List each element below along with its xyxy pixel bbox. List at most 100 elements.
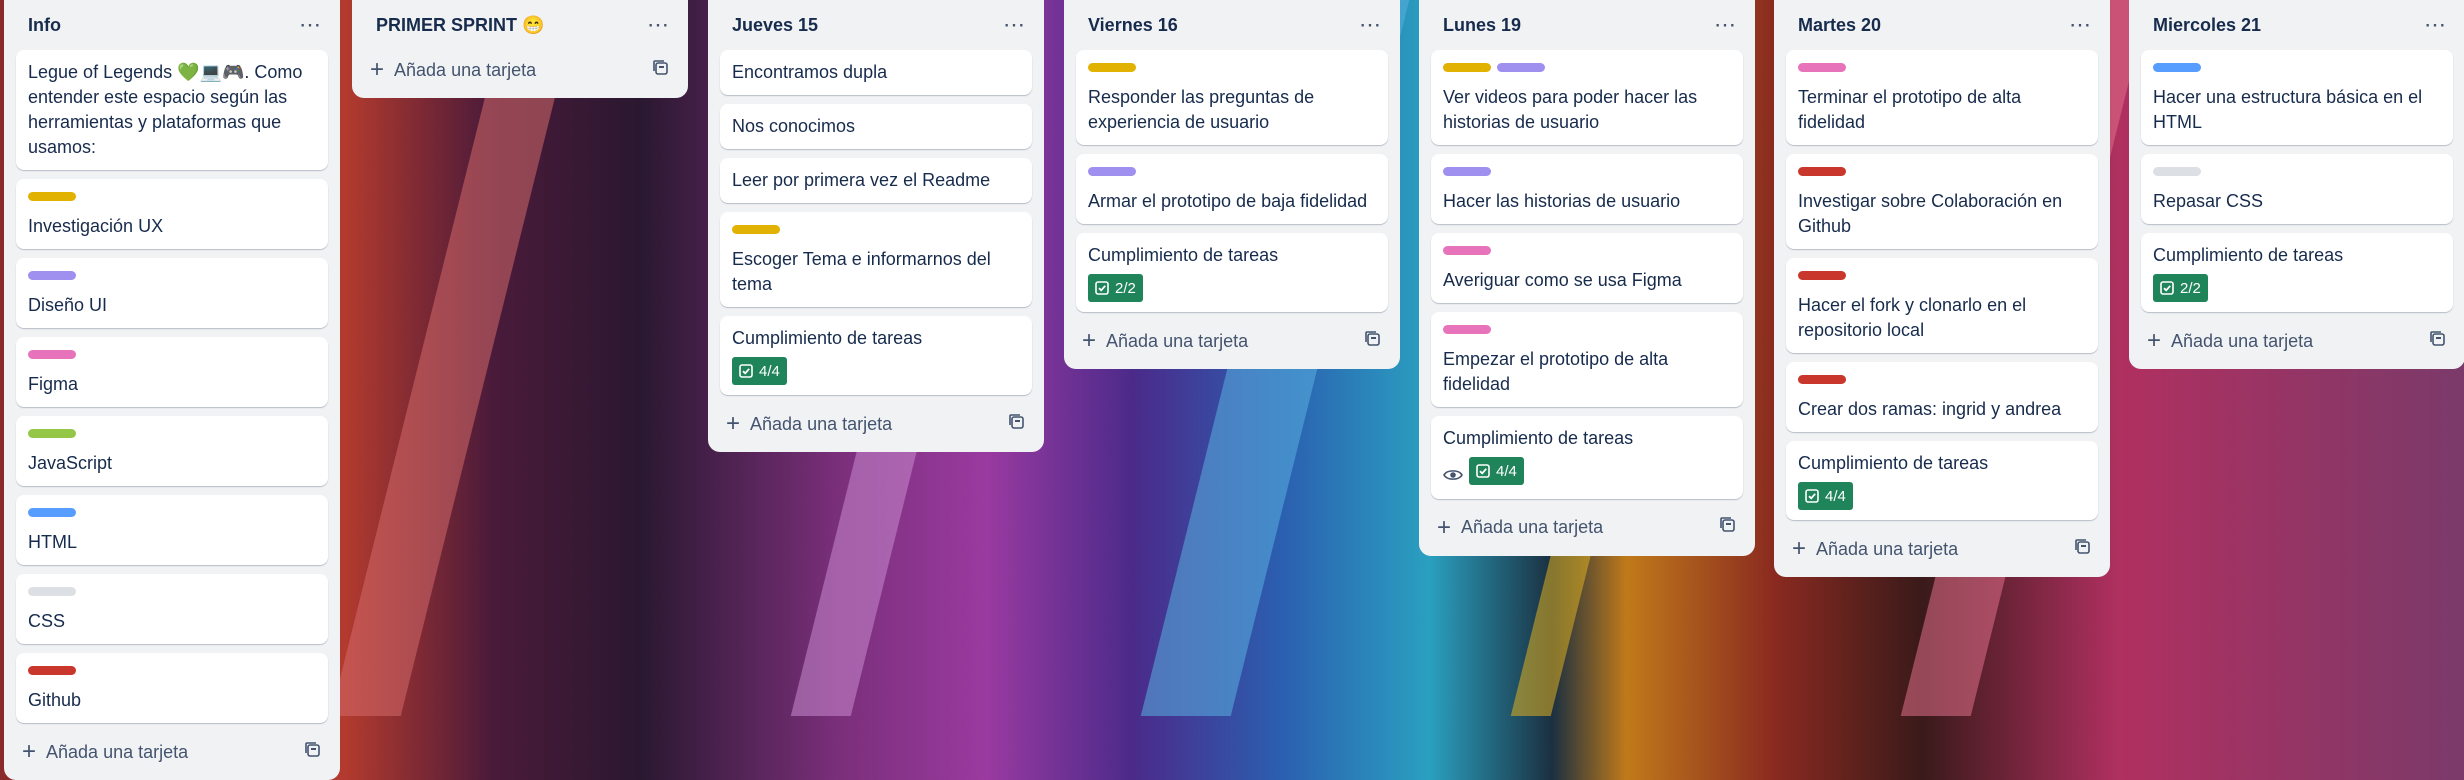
card[interactable]: JavaScript: [16, 416, 328, 486]
card[interactable]: HTML: [16, 495, 328, 565]
add-card-label: Añada una tarjeta: [1106, 330, 1249, 351]
card[interactable]: Cumplimiento de tareas 4/4: [1431, 416, 1743, 499]
card[interactable]: Hacer las historias de usuario: [1431, 154, 1743, 224]
card[interactable]: Encontramos dupla: [720, 50, 1032, 95]
card-title: Terminar el prototipo de alta fidelidad: [1798, 87, 2022, 132]
card[interactable]: Crear dos ramas: ingrid y andrea: [1786, 362, 2098, 432]
list-header: Info ⋯: [16, 0, 328, 50]
card[interactable]: Cumplimiento de tareas 4/4: [1786, 441, 2098, 520]
add-card-label: Añada una tarjeta: [2171, 330, 2314, 351]
card-label-gray: [2153, 167, 2201, 176]
checklist-badge: 2/2: [2153, 274, 2208, 302]
checklist-count: 2/2: [1115, 279, 1136, 297]
list-menu-icon[interactable]: ⋯: [2069, 14, 2092, 36]
card[interactable]: Cumplimiento de tareas 2/2: [1076, 233, 1388, 312]
card-title: Hacer las historias de usuario: [1443, 191, 1681, 211]
list-column: Lunes 19 ⋯ Ver videos para poder hacer las…: [1419, 0, 1755, 556]
plus-icon: +: [2147, 327, 2162, 354]
list-menu-icon[interactable]: ⋯: [1359, 14, 1382, 36]
list-title[interactable]: Miercoles 21: [2153, 15, 2261, 36]
card[interactable]: Investigación UX: [16, 179, 328, 249]
card[interactable]: Hacer el fork y clonarlo en el repositor…: [1786, 258, 2098, 353]
watch-eye-icon: [1443, 464, 1463, 489]
card-label-purple: [1497, 63, 1545, 72]
card[interactable]: Averiguar como se usa Figma: [1431, 233, 1743, 303]
card[interactable]: Ver videos para poder hacer las historia…: [1431, 50, 1743, 145]
card-label-purple: [28, 271, 76, 280]
card-title: Crear dos ramas: ingrid y andrea: [1798, 399, 2062, 419]
card-template-icon[interactable]: [652, 59, 670, 82]
card-label-yellow: [732, 225, 780, 234]
card-label-blue: [28, 508, 76, 517]
plus-icon: +: [1437, 513, 1452, 541]
list-title[interactable]: Jueves 15: [732, 15, 818, 36]
add-card-button[interactable]: + Añada una tarjeta: [720, 404, 1032, 444]
card-label-green: [28, 429, 76, 438]
card[interactable]: Investigar sobre Colaboración en Github: [1786, 154, 2098, 249]
plus-icon: +: [1082, 327, 1097, 354]
add-card-group: + Añada una tarjeta: [726, 412, 892, 436]
add-card-button[interactable]: + Añada una tarjeta: [16, 732, 328, 772]
card-title: Cumplimiento de tareas: [1798, 453, 1989, 473]
add-card-button[interactable]: + Añada una tarjeta: [1431, 508, 1743, 548]
list-title[interactable]: Martes 20: [1798, 15, 1881, 36]
list-header: Miercoles 21 ⋯: [2141, 0, 2453, 50]
card[interactable]: Repasar CSS: [2141, 154, 2453, 224]
card[interactable]: CSS: [16, 574, 328, 644]
list-menu-icon[interactable]: ⋯: [647, 14, 670, 36]
card[interactable]: Terminar el prototipo de alta fidelidad: [1786, 50, 2098, 145]
list-menu-icon[interactable]: ⋯: [1003, 14, 1026, 36]
card-label-red: [28, 666, 76, 675]
card-title: Cumplimiento de tareas: [1088, 245, 1279, 265]
card[interactable]: Armar el prototipo de baja fidelidad: [1076, 154, 1388, 224]
card-template-icon[interactable]: [304, 741, 322, 764]
card[interactable]: Github: [16, 653, 328, 723]
list-menu-icon[interactable]: ⋯: [299, 14, 322, 36]
list-column: Miercoles 21 ⋯ Hacer una estructura básica…: [2129, 0, 2464, 369]
card[interactable]: Escoger Tema e informarnos del tema: [720, 212, 1032, 307]
card-template-icon[interactable]: [1364, 330, 1382, 353]
card-template-icon[interactable]: [1008, 413, 1026, 436]
list-title[interactable]: PRIMER SPRINT 😁: [376, 15, 544, 36]
card-title: Hacer una estructura básica en el HTML: [2153, 87, 2423, 132]
add-card-button[interactable]: + Añada una tarjeta: [364, 50, 676, 90]
board: Info ⋯ Legue of Legends 💚💻🎮. Como entender…: [0, 0, 2464, 780]
card[interactable]: Cumplimiento de tareas 2/2: [2141, 233, 2453, 312]
add-card-label: Añada una tarjeta: [1461, 517, 1604, 538]
card-label-purple: [1443, 167, 1491, 176]
card-title: Investigación UX: [28, 216, 164, 236]
add-card-button[interactable]: + Añada una tarjeta: [2141, 321, 2453, 361]
add-card-group: + Añada una tarjeta: [2147, 329, 2313, 353]
add-card-group: + Añada una tarjeta: [1082, 329, 1248, 353]
list-menu-icon[interactable]: ⋯: [1714, 14, 1737, 36]
card[interactable]: Cumplimiento de tareas 4/4: [720, 316, 1032, 395]
card[interactable]: Legue of Legends 💚💻🎮. Como entender este…: [16, 50, 328, 170]
card[interactable]: Diseño UI: [16, 258, 328, 328]
list-title[interactable]: Viernes 16: [1088, 15, 1178, 36]
card[interactable]: Empezar el prototipo de alta fidelidad: [1431, 312, 1743, 407]
checklist-icon: [1805, 489, 1819, 503]
card[interactable]: Figma: [16, 337, 328, 407]
card-label-pink: [1798, 63, 1846, 72]
add-card-label: Añada una tarjeta: [46, 741, 189, 762]
card[interactable]: Nos conocimos: [720, 104, 1032, 149]
card-title: Cumplimiento de tareas: [2153, 245, 2344, 265]
card[interactable]: Leer por primera vez el Readme: [720, 158, 1032, 203]
card-template-icon[interactable]: [1719, 516, 1737, 539]
add-card-button[interactable]: + Añada una tarjeta: [1076, 321, 1388, 361]
list-title[interactable]: Lunes 19: [1443, 15, 1521, 36]
checklist-icon: [1476, 464, 1490, 478]
card-title: Escoger Tema e informarnos del tema: [732, 249, 991, 294]
card-title: Ver videos para poder hacer las historia…: [1443, 87, 1698, 132]
list-title[interactable]: Info: [28, 15, 61, 36]
card-title: CSS: [28, 611, 66, 631]
card[interactable]: Hacer una estructura básica en el HTML: [2141, 50, 2453, 145]
card-template-icon[interactable]: [2074, 538, 2092, 561]
card-template-icon[interactable]: [2429, 330, 2447, 353]
add-card-group: + Añada una tarjeta: [1792, 537, 1958, 561]
card[interactable]: Responder las preguntas de experiencia d…: [1076, 50, 1388, 145]
list-menu-icon[interactable]: ⋯: [2424, 14, 2447, 36]
add-card-group: + Añada una tarjeta: [370, 58, 536, 82]
add-card-button[interactable]: + Añada una tarjeta: [1786, 529, 2098, 569]
checklist-icon: [1095, 281, 1109, 295]
